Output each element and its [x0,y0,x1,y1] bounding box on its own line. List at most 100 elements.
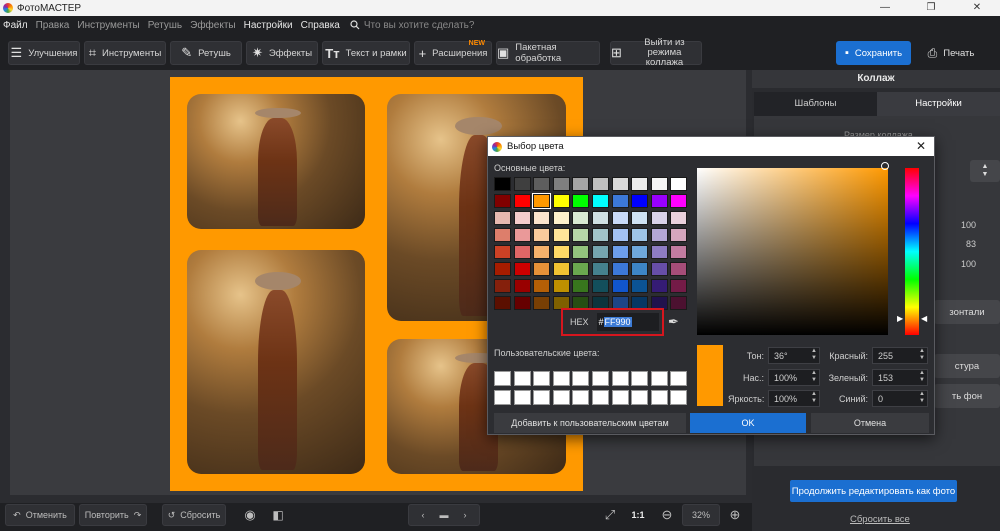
color-swatch[interactable] [631,262,649,276]
color-swatch[interactable] [552,228,570,242]
hue-slider[interactable] [905,168,919,335]
undo-button[interactable]: ↶ Отменить [5,504,75,526]
color-swatch[interactable] [670,279,688,293]
custom-color-swatch[interactable] [533,390,551,405]
color-swatch[interactable] [532,193,552,209]
color-swatch[interactable] [631,245,649,259]
batch-button[interactable]: ▣ Пакетная обработка [496,41,600,65]
color-swatch[interactable] [650,211,668,225]
custom-color-swatch[interactable] [591,390,609,405]
color-swatch[interactable] [631,194,649,208]
menu-edit[interactable]: Правка [36,20,70,31]
custom-color-swatch[interactable] [591,371,609,386]
color-swatch[interactable] [533,245,551,259]
folder-icon[interactable]: ▬ [440,510,449,520]
color-swatch[interactable] [611,228,629,242]
close-window-button[interactable]: ✕ [954,0,1000,16]
exit-collage-button[interactable]: ⊞ Выйти из режима коллажа [610,38,702,68]
brightness-input[interactable]: 100% ▲ ▼ [768,390,820,407]
color-swatch[interactable] [552,194,570,208]
color-swatch[interactable] [533,211,551,225]
background-button[interactable]: ть фон [934,384,1000,408]
color-swatch[interactable] [552,177,570,191]
color-swatch[interactable] [631,211,649,225]
color-swatch[interactable] [611,194,629,208]
custom-color-swatch[interactable] [513,390,531,405]
spinner-icon[interactable]: ▲ ▼ [919,391,925,405]
continue-edit-button[interactable]: Продолжить редактировать как фото [790,480,957,502]
menu-retouch[interactable]: Ретушь [148,20,182,31]
color-swatch[interactable] [513,228,531,242]
color-swatch[interactable] [572,245,590,259]
custom-color-swatch[interactable] [572,390,590,405]
color-swatch[interactable] [670,194,688,208]
color-swatch[interactable] [572,211,590,225]
ok-button[interactable]: OK [690,413,806,433]
custom-color-swatch[interactable] [631,371,649,386]
custom-color-swatch[interactable] [611,390,629,405]
preview-button[interactable]: ◉ [238,504,262,526]
color-swatch[interactable] [611,279,629,293]
color-swatch[interactable] [533,177,551,191]
zoom-level[interactable]: 32% [682,504,720,526]
color-swatch[interactable] [670,296,688,310]
menu-tools[interactable]: Инструменты [77,20,139,31]
color-swatch[interactable] [611,177,629,191]
prev-arrow-icon[interactable]: ‹ [422,510,425,520]
spinner-icon[interactable]: ▲ ▼ [919,348,925,362]
color-swatch[interactable] [552,245,570,259]
color-swatch[interactable] [533,228,551,242]
color-swatch[interactable] [591,245,609,259]
hex-input[interactable]: # FF990 [596,313,659,331]
custom-color-swatch[interactable] [533,371,551,386]
color-swatch[interactable] [513,194,531,208]
menu-file[interactable]: Файл [3,20,28,31]
color-swatch[interactable] [670,228,688,242]
custom-color-swatch[interactable] [494,371,511,386]
spectrum-cursor[interactable] [881,162,889,170]
retouch-button[interactable]: ✎ Ретушь [170,41,242,65]
custom-color-swatch[interactable] [670,371,688,386]
spinner-icon[interactable]: ▲ ▼ [811,391,817,405]
color-swatch[interactable] [611,262,629,276]
improve-button[interactable]: ☰ Улучшения [8,41,80,65]
next-arrow-icon[interactable]: › [464,510,467,520]
color-swatch[interactable] [494,279,511,293]
color-swatch[interactable] [513,245,531,259]
color-swatch[interactable] [513,296,531,310]
color-spectrum[interactable] [697,168,888,335]
size-dropdown[interactable]: ▲ ▼ [970,160,1000,182]
add-custom-color-button[interactable]: Добавить к пользовательским цветам [494,413,686,433]
color-swatch[interactable] [494,177,511,191]
compare-button[interactable]: ◧ [266,504,290,526]
color-swatch[interactable] [552,279,570,293]
color-swatch[interactable] [591,228,609,242]
tab-settings[interactable]: Настройки [877,92,1000,116]
menu-search[interactable]: Что вы хотите сделать? [350,20,474,31]
color-swatch[interactable] [650,279,668,293]
tab-templates[interactable]: Шаблоны [754,92,877,116]
color-swatch[interactable] [611,245,629,259]
maximize-button[interactable]: ❐ [908,0,954,16]
color-swatch[interactable] [494,194,511,208]
collage-photo-3[interactable] [187,250,365,474]
color-swatch[interactable] [513,177,531,191]
custom-color-swatch[interactable] [552,390,570,405]
color-swatch[interactable] [650,194,668,208]
color-swatch[interactable] [533,262,551,276]
custom-color-swatch[interactable] [650,371,668,386]
blue-input[interactable]: 0 ▲ ▼ [872,390,928,407]
texture-button[interactable]: стура [934,354,1000,378]
redo-button[interactable]: Повторить ↷ [79,504,147,526]
menu-settings[interactable]: Настройки [244,20,293,31]
spinner-icon[interactable]: ▲ ▼ [811,348,817,362]
text-frames-button[interactable]: Tт Текст и рамки [322,41,410,65]
color-swatch[interactable] [631,279,649,293]
actual-size-button[interactable]: 1:1 [626,504,650,526]
color-swatch[interactable] [572,177,590,191]
color-swatch[interactable] [650,262,668,276]
collage-photo-1[interactable] [187,94,365,229]
spinner-icon[interactable]: ▲ ▼ [919,370,925,384]
color-swatch[interactable] [650,177,668,191]
color-swatch[interactable] [513,262,531,276]
